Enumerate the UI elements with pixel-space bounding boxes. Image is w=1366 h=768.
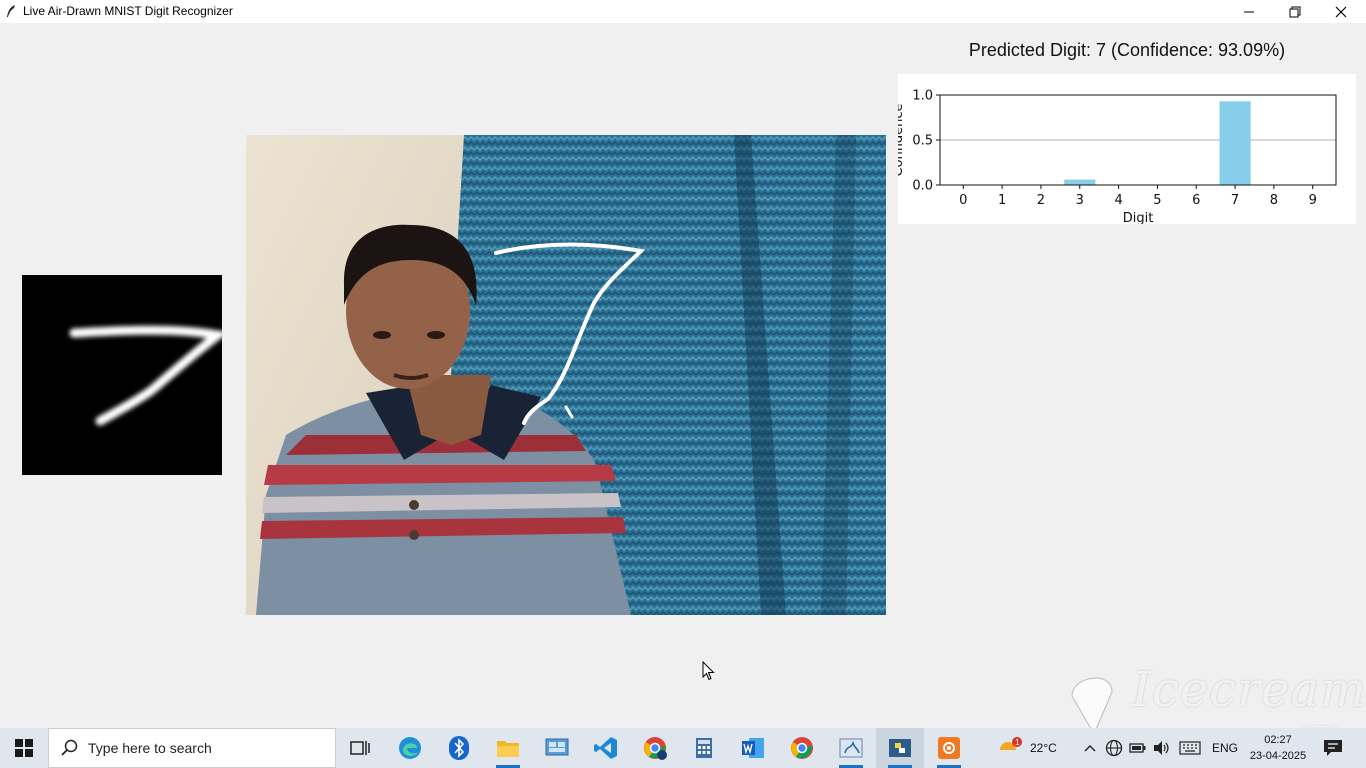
restore-button[interactable]	[1272, 0, 1318, 23]
restore-icon	[1289, 6, 1301, 17]
x-axis-label: Digit	[1123, 211, 1154, 224]
battery-icon	[1129, 743, 1146, 753]
screen-recorder-icon	[938, 737, 960, 759]
touch-keyboard-button[interactable]	[1176, 728, 1204, 768]
x-tick-label-3: 3	[1076, 193, 1084, 208]
vscode-icon	[594, 737, 617, 759]
y-tick-label: 0.0	[912, 179, 933, 194]
close-icon	[1335, 6, 1347, 17]
word-taskbar-button[interactable]	[729, 728, 777, 768]
minimize-icon	[1244, 11, 1254, 12]
taskbar-clock[interactable]: 02:27 23-04-2025	[1246, 732, 1310, 764]
keyboard-icon	[1179, 741, 1201, 755]
x-tick-label-1: 1	[998, 193, 1006, 208]
x-tick-label-7: 7	[1231, 193, 1239, 208]
y-tick-label: 1.0	[912, 89, 933, 104]
volume-button[interactable]	[1151, 728, 1173, 768]
feather-icon	[7, 5, 15, 17]
chrome-taskbar-button[interactable]	[778, 728, 826, 768]
confidence-chart: 0.0 0.5 1.0 0 1 2 3 4 5 6 7 8 9 Digit Confidence	[898, 74, 1356, 224]
x-tick-label-2: 2	[1037, 193, 1045, 208]
webcam-feed	[246, 135, 886, 615]
chrome-profile-button[interactable]	[631, 728, 679, 768]
chevron-up-icon	[1084, 745, 1096, 752]
minimize-button[interactable]	[1226, 0, 1272, 23]
y-tick-label: 0.5	[912, 134, 933, 149]
python-idle-icon	[839, 738, 863, 758]
network-button[interactable]	[1103, 728, 1125, 768]
icecream-cone-icon	[1071, 677, 1113, 736]
clock-date: 23-04-2025	[1249, 750, 1307, 762]
x-tick-label-6: 6	[1192, 193, 1200, 208]
x-tick-label-8: 8	[1270, 193, 1278, 208]
weather-badge: 1	[1015, 738, 1020, 747]
language-indicator[interactable]: ENG	[1212, 728, 1238, 768]
control-panel-icon	[545, 738, 569, 756]
python-icon	[889, 739, 911, 757]
show-hidden-icons-button[interactable]	[1079, 728, 1101, 768]
mouse-cursor-icon	[702, 661, 715, 681]
taskbar: 1 22°C ENG 02:27 23-04-2025	[0, 728, 1366, 768]
notifications-button[interactable]	[1318, 728, 1348, 768]
close-button[interactable]	[1318, 0, 1364, 23]
digit-stroke-image	[69, 325, 229, 426]
word-icon	[742, 738, 764, 758]
globe-icon	[1105, 739, 1123, 757]
chrome-profile-icon	[644, 737, 667, 760]
bluetooth-icon	[449, 736, 469, 760]
weather-button[interactable]: 1	[990, 728, 1030, 768]
weather-sun-icon: 1	[1000, 737, 1022, 758]
calculator-icon	[696, 738, 712, 758]
icecream-recorder-button[interactable]	[925, 728, 973, 768]
task-view-button[interactable]	[336, 728, 384, 768]
watermark-brand: Icecream	[1132, 662, 1366, 718]
file-explorer-button[interactable]	[484, 728, 532, 768]
notification-icon	[1324, 740, 1342, 756]
x-tick-label-4: 4	[1114, 193, 1122, 208]
python-idle-button[interactable]	[827, 728, 875, 768]
calculator-taskbar-button[interactable]	[680, 728, 728, 768]
start-button[interactable]	[0, 728, 48, 768]
battery-button[interactable]	[1127, 728, 1149, 768]
task-view-icon	[350, 741, 370, 755]
x-tick-label-9: 9	[1309, 193, 1317, 208]
bar-digit-7	[1219, 101, 1251, 185]
window-title: Live Air-Drawn MNIST Digit Recognizer	[23, 4, 233, 18]
taskbar-search[interactable]	[48, 728, 336, 768]
processed-digit-canvas	[22, 275, 229, 475]
vscode-taskbar-button[interactable]	[582, 728, 630, 768]
bluetooth-taskbar-button[interactable]	[435, 728, 483, 768]
y-axis-label: Confidence	[898, 103, 906, 176]
x-tick-label-5: 5	[1153, 193, 1161, 208]
title-bar: Live Air-Drawn MNIST Digit Recognizer	[0, 0, 1366, 23]
prediction-label: Predicted Digit: 7 (Confidence: 93.09%)	[968, 40, 1286, 60]
windows-logo-icon	[15, 739, 33, 757]
x-tick-label-0: 0	[959, 193, 967, 208]
camera-frame-image	[246, 135, 886, 615]
edge-icon	[399, 737, 421, 759]
edge-taskbar-button[interactable]	[386, 728, 434, 768]
python-app-button[interactable]	[876, 728, 924, 768]
confidence-bar-chart: 0.0 0.5 1.0 0 1 2 3 4 5 6 7 8 9 Digit Confidence	[898, 89, 1337, 224]
folder-icon	[497, 741, 519, 757]
chrome-icon	[791, 737, 813, 759]
bar-digit-3	[1064, 179, 1096, 185]
speaker-icon	[1154, 741, 1169, 755]
search-icon	[61, 739, 78, 756]
weather-temp: 22°C	[1030, 741, 1057, 755]
clock-time: 02:27	[1264, 734, 1292, 746]
control-panel-button[interactable]	[533, 728, 581, 768]
search-input[interactable]	[88, 740, 318, 756]
